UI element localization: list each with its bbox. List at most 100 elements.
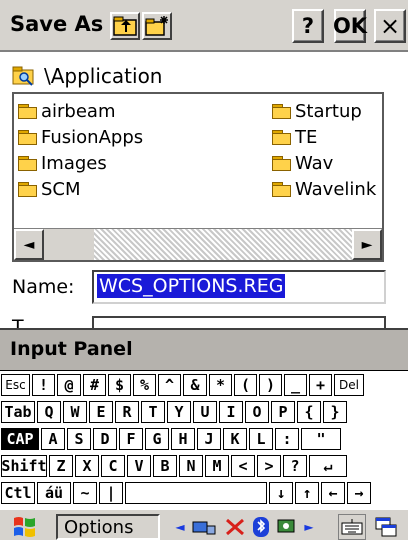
- key-arrow-up[interactable]: ↑: [295, 482, 319, 504]
- key-accents[interactable]: áü: [37, 482, 71, 504]
- key[interactable]: J: [197, 428, 221, 450]
- keyboard-row: Shift Z X C V B N M < > ? ↵: [0, 454, 408, 478]
- soft-keyboard: Esc ! @ # $ % ^ & * ( ) _ + Del Tab Q W …: [0, 370, 408, 508]
- key[interactable]: *: [209, 374, 232, 396]
- network-icon[interactable]: [190, 514, 220, 540]
- key[interactable]: H: [171, 428, 195, 450]
- key[interactable]: L: [249, 428, 273, 450]
- scroll-left-button[interactable]: ◄: [14, 229, 44, 260]
- folder-item[interactable]: airbeam: [18, 100, 116, 122]
- key[interactable]: #: [83, 374, 106, 396]
- close-button[interactable]: ×: [374, 9, 406, 43]
- key[interactable]: ~: [73, 482, 97, 504]
- key[interactable]: C: [101, 455, 125, 477]
- key[interactable]: T: [141, 401, 165, 423]
- key[interactable]: @: [57, 374, 81, 396]
- disconnect-icon[interactable]: [222, 514, 248, 540]
- key-enter[interactable]: ↵: [309, 455, 347, 477]
- tray-scroll-right[interactable]: ►: [302, 514, 316, 540]
- key[interactable]: D: [93, 428, 117, 450]
- key[interactable]: >: [257, 455, 281, 477]
- key[interactable]: M: [205, 455, 229, 477]
- folder-item[interactable]: Startup: [272, 100, 362, 122]
- folder-item[interactable]: Images: [18, 152, 107, 174]
- new-folder-button[interactable]: [142, 12, 172, 40]
- key[interactable]: _: [284, 374, 307, 396]
- arrow-right-icon: ►: [304, 520, 314, 534]
- folder-item[interactable]: Wav: [272, 152, 333, 174]
- folder-item[interactable]: TE: [272, 126, 317, 148]
- current-path: \Application: [12, 62, 163, 90]
- folder-label: FusionApps: [41, 126, 144, 148]
- key[interactable]: R: [115, 401, 139, 423]
- help-button[interactable]: ?: [292, 9, 324, 43]
- key[interactable]: K: [223, 428, 247, 450]
- key-shift[interactable]: Shift: [1, 455, 47, 477]
- sync-icon[interactable]: [274, 514, 300, 540]
- key[interactable]: F: [119, 428, 143, 450]
- key[interactable]: &: [183, 374, 207, 396]
- key[interactable]: :: [275, 428, 299, 450]
- key-delete[interactable]: Del: [334, 374, 364, 396]
- start-button[interactable]: [8, 514, 44, 540]
- key[interactable]: }: [323, 401, 347, 423]
- key[interactable]: ^: [158, 374, 181, 396]
- key[interactable]: !: [32, 374, 55, 396]
- key[interactable]: N: [179, 455, 203, 477]
- key[interactable]: Z: [49, 455, 73, 477]
- key[interactable]: Q: [37, 401, 61, 423]
- key[interactable]: U: [193, 401, 217, 423]
- folder-item[interactable]: SCM: [18, 178, 81, 200]
- key[interactable]: (: [234, 374, 257, 396]
- key[interactable]: ): [259, 374, 282, 396]
- name-input[interactable]: WCS_OPTIONS.REG: [92, 270, 386, 304]
- keyboard-row: Esc ! @ # $ % ^ & * ( ) _ + Del: [0, 373, 408, 397]
- tray-scroll-left[interactable]: ◄: [172, 514, 188, 540]
- key[interactable]: {: [297, 401, 321, 423]
- scroll-track[interactable]: [94, 229, 352, 260]
- key[interactable]: P: [271, 401, 295, 423]
- folder-label: SCM: [41, 178, 81, 200]
- key[interactable]: %: [133, 374, 156, 396]
- folder-item[interactable]: FusionApps: [18, 126, 143, 148]
- key[interactable]: +: [309, 374, 332, 396]
- scroll-thumb[interactable]: [44, 229, 94, 260]
- key-arrow-left[interactable]: ←: [321, 482, 345, 504]
- key-arrow-right[interactable]: →: [347, 482, 371, 504]
- key[interactable]: ": [301, 428, 341, 450]
- folder-item[interactable]: Wavelink: [272, 178, 376, 200]
- key[interactable]: A: [41, 428, 65, 450]
- horizontal-scrollbar[interactable]: ◄ ►: [14, 228, 382, 260]
- key[interactable]: O: [245, 401, 269, 423]
- key-caps-lock[interactable]: CAP: [1, 428, 39, 450]
- key[interactable]: $: [108, 374, 131, 396]
- key[interactable]: X: [75, 455, 99, 477]
- input-panel-title: Input Panel: [10, 338, 133, 360]
- scroll-right-button[interactable]: ►: [352, 229, 382, 260]
- folder-icon: [18, 129, 38, 145]
- switch-window-button[interactable]: [372, 514, 400, 540]
- name-label: Name:: [12, 276, 75, 298]
- key[interactable]: B: [153, 455, 177, 477]
- ok-button[interactable]: OK: [333, 9, 367, 43]
- key[interactable]: E: [89, 401, 113, 423]
- up-folder-button[interactable]: [110, 12, 140, 40]
- key[interactable]: Y: [167, 401, 191, 423]
- key[interactable]: I: [219, 401, 243, 423]
- key[interactable]: G: [145, 428, 169, 450]
- keyboard-toggle[interactable]: [338, 514, 366, 540]
- key-esc[interactable]: Esc: [1, 374, 30, 396]
- key[interactable]: V: [127, 455, 151, 477]
- key[interactable]: <: [231, 455, 255, 477]
- key-arrow-down[interactable]: ↓: [269, 482, 293, 504]
- key-tab[interactable]: Tab: [1, 401, 35, 423]
- key[interactable]: |: [99, 482, 123, 504]
- key[interactable]: W: [63, 401, 87, 423]
- options-button[interactable]: Options: [56, 514, 160, 540]
- keyboard-row: Tab Q W E R T Y U I O P { }: [0, 400, 408, 424]
- key-space[interactable]: [125, 482, 267, 504]
- bluetooth-icon[interactable]: [250, 514, 272, 540]
- key[interactable]: ?: [283, 455, 307, 477]
- key[interactable]: S: [67, 428, 91, 450]
- key-ctrl[interactable]: Ctl: [1, 482, 35, 504]
